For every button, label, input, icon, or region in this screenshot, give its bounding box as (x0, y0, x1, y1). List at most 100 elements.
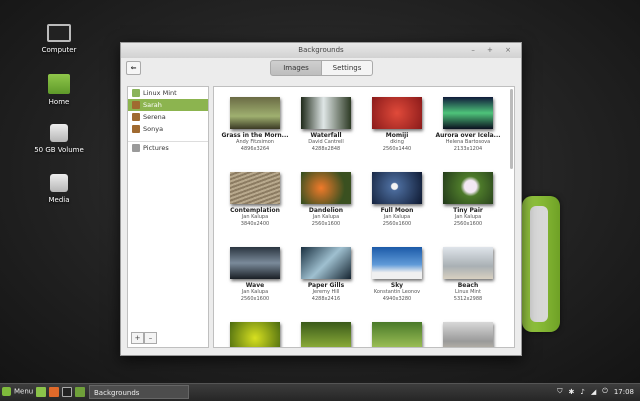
desktop-icon-home[interactable]: Home (29, 74, 89, 106)
background-item[interactable]: Wave Jan Kalupa 2560x1600 (220, 247, 290, 303)
background-thumbnail (443, 247, 493, 279)
collection-icon (132, 101, 140, 109)
background-item[interactable]: Waterfall David Cantrell 4288x2848 (291, 97, 361, 153)
collection-icon (132, 113, 140, 121)
background-thumbnail (230, 97, 280, 129)
computer-icon (47, 24, 71, 42)
background-name: Sky (390, 282, 404, 289)
background-item[interactable] (220, 322, 290, 347)
firefox-icon[interactable] (49, 387, 59, 397)
back-button[interactable]: ⇐ (126, 61, 141, 75)
background-name: Aurora over Icela... (435, 132, 501, 139)
background-thumbnail (372, 247, 422, 279)
menu-label: Menu (14, 387, 34, 396)
toolbar: ⇐ Images Settings (121, 58, 521, 80)
sidebar-item-pictures[interactable]: Pictures (128, 141, 208, 154)
background-item[interactable]: Full Moon Jan Kalupa 2560x1600 (362, 172, 432, 228)
files-icon[interactable] (75, 387, 85, 397)
decorative-shape (522, 196, 560, 332)
shield-icon[interactable]: ⛉ (557, 387, 562, 396)
desktop-icon-label: 50 GB Volume (34, 146, 84, 154)
window-controls[interactable]: – + × (471, 43, 516, 58)
menu-button[interactable]: Menu (2, 387, 33, 396)
backgrounds-grid: Grass in the Morn... Andy Fitzsimon 4896x3… (213, 86, 515, 348)
background-name: Contemplation (230, 207, 280, 214)
background-resolution: 2560x1440 (382, 146, 412, 152)
clock[interactable]: 17:08 (614, 388, 634, 396)
background-resolution: 2560x1600 (240, 296, 270, 302)
background-author: Jan Kalupa (241, 289, 269, 295)
background-item[interactable]: Aurora over Icela... Helena Bartosova 2133… (433, 97, 503, 153)
background-item[interactable]: Tiny Pair Jan Kalupa 2560x1600 (433, 172, 503, 228)
sidebar-item-sarah[interactable]: Sarah (128, 99, 208, 111)
background-resolution: 2560x1600 (382, 221, 412, 227)
background-thumbnail (372, 322, 422, 347)
quick-launchers (36, 387, 88, 397)
background-thumbnail (301, 97, 351, 129)
sidebar-item-sonya[interactable]: Sonya (128, 123, 208, 135)
grid-scrollbar[interactable] (510, 89, 513, 169)
sidebar-item-label: Sarah (143, 101, 162, 109)
background-author: Linux Mint (455, 289, 481, 295)
taskbar-window-backgrounds[interactable]: Backgrounds (89, 385, 189, 399)
add-collection-button[interactable]: + (131, 332, 144, 344)
title-bar[interactable]: Backgrounds – + × (121, 43, 521, 58)
bluetooth-icon[interactable]: ✱ (569, 388, 575, 396)
drive-icon (50, 174, 68, 192)
drive-icon (50, 124, 68, 142)
tab-images[interactable]: Images (270, 60, 322, 76)
system-tray: ⛉ ✱ ♪ ◢ ⏻ 17:08 (551, 387, 634, 396)
background-resolution: 2560x1600 (453, 221, 483, 227)
background-item[interactable]: Beach Linux Mint 5312x2988 (433, 247, 503, 303)
background-author: Jan Kalupa (383, 214, 411, 220)
background-resolution: 2560x1600 (311, 221, 341, 227)
taskbar-window-label: Backgrounds (94, 389, 140, 397)
background-item[interactable] (362, 322, 432, 347)
background-resolution: 4288x2416 (311, 296, 341, 302)
background-name: Grass in the Morn... (221, 132, 289, 139)
background-name: Wave (245, 282, 265, 289)
taskbar: Menu Backgrounds ⛉ ✱ ♪ ◢ ⏻ 17:08 (0, 383, 640, 401)
sidebar-buttons: + – (131, 332, 157, 344)
background-author: Jan Kalupa (312, 214, 340, 220)
show-desktop-icon[interactable] (36, 387, 46, 397)
desktop-icon-50-gb-volume[interactable]: 50 GB Volume (29, 124, 89, 154)
background-thumbnail (301, 247, 351, 279)
background-thumbnail (443, 97, 493, 129)
background-resolution: 4288x2848 (311, 146, 341, 152)
background-thumbnail (230, 247, 280, 279)
sidebar-item-label: Linux Mint (143, 89, 177, 97)
background-thumbnail (372, 172, 422, 204)
power-icon[interactable]: ⏻ (602, 387, 608, 396)
mint-logo-icon (2, 387, 11, 396)
background-item[interactable]: Dandelion Jan Kalupa 2560x1600 (291, 172, 361, 228)
collection-icon (132, 125, 140, 133)
desktop-icon-media[interactable]: Media (29, 174, 89, 204)
background-author: David Cantrell (308, 139, 344, 145)
sidebar-item-serena[interactable]: Serena (128, 111, 208, 123)
remove-collection-button[interactable]: – (144, 332, 157, 344)
background-thumbnail (443, 172, 493, 204)
desktop-icon-label: Home (48, 98, 70, 106)
background-item[interactable]: Contemplation Jan Kalupa 3840x2400 (220, 172, 290, 228)
background-name: Paper Gills (307, 282, 345, 289)
background-item[interactable]: Momiji dking 2560x1440 (362, 97, 432, 153)
desktop-icon-computer[interactable]: Computer (29, 24, 89, 54)
background-resolution: 3840x2400 (240, 221, 270, 227)
background-item[interactable]: Sky Konstantin Leonov 4940x3280 (362, 247, 432, 303)
network-icon[interactable]: ◢ (591, 388, 596, 396)
background-item[interactable] (291, 322, 361, 347)
background-item[interactable]: Paper Gills Jeremy Hill 4288x2416 (291, 247, 361, 303)
tab-settings[interactable]: Settings (322, 60, 373, 76)
sidebar-item-linux-mint[interactable]: Linux Mint (128, 87, 208, 99)
background-thumbnail (372, 97, 422, 129)
collections-sidebar: Linux Mint Sarah Serena Sonya Pictures + – (127, 86, 209, 348)
background-thumbnail (443, 322, 493, 347)
background-item[interactable] (433, 322, 503, 347)
background-resolution: 4940x3280 (382, 296, 412, 302)
volume-icon[interactable]: ♪ (580, 388, 584, 396)
sidebar-item-label: Pictures (143, 144, 169, 152)
background-item[interactable]: Grass in the Morn... Andy Fitzsimon 4896x3… (220, 97, 290, 153)
terminal-icon[interactable] (62, 387, 72, 397)
background-resolution: 2133x1204 (453, 146, 483, 152)
